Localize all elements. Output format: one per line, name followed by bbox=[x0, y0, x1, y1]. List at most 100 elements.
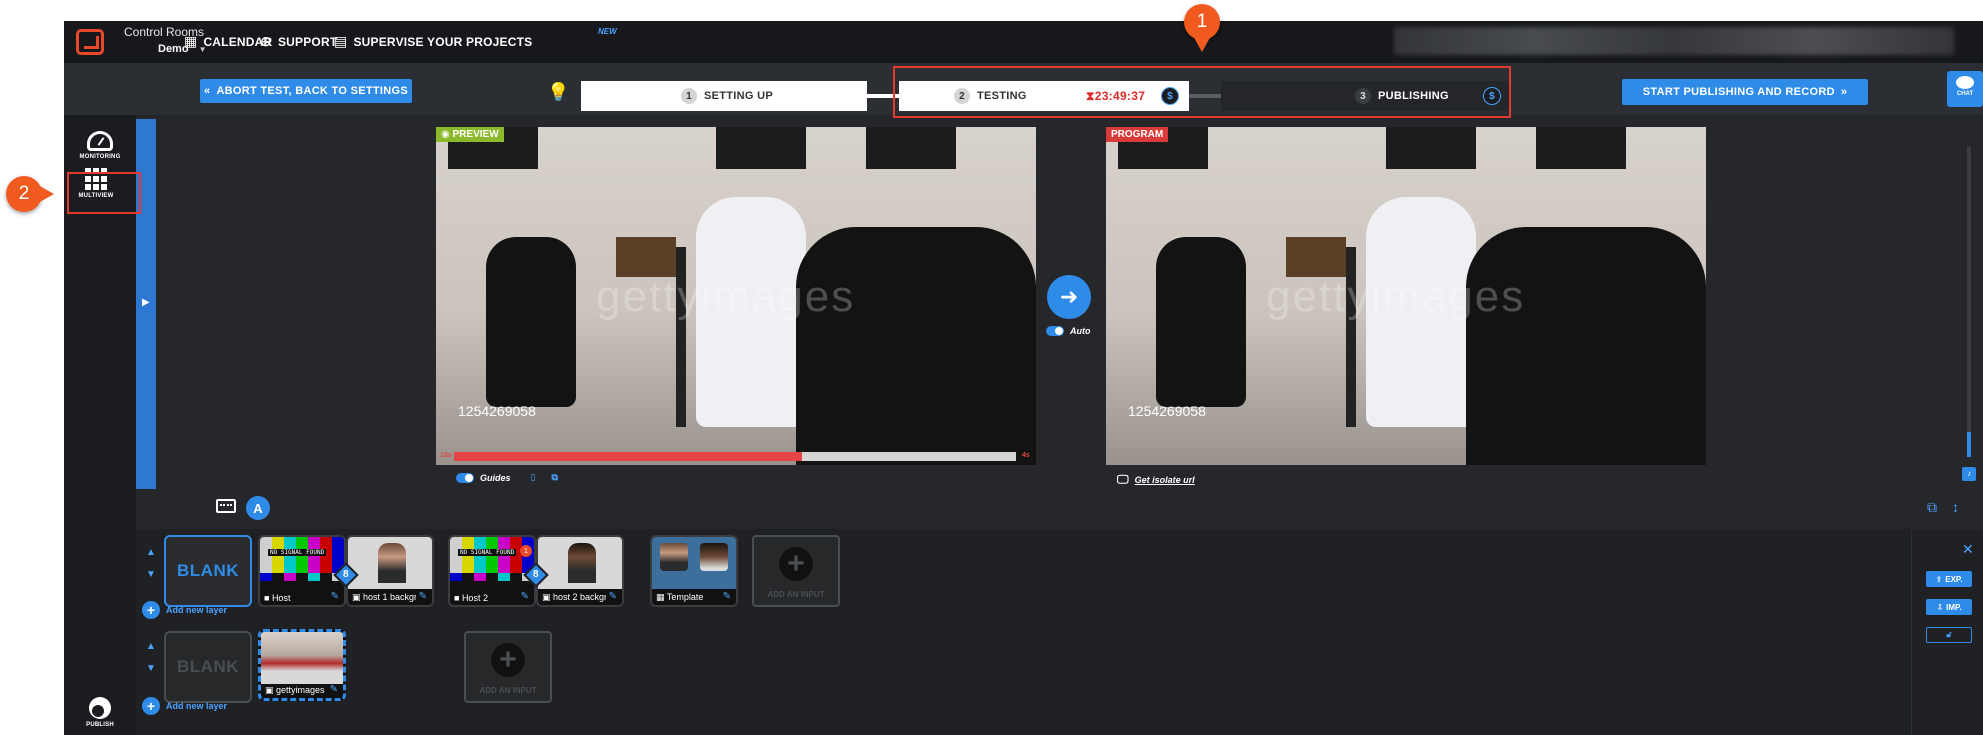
unlock-icon: 🔓︎ bbox=[1946, 630, 1952, 639]
abort-test-button[interactable]: « ABORT TEST, BACK TO SETTINGS bbox=[200, 79, 412, 103]
input-card-host-2-background[interactable]: ▣ host 2 background ✎ bbox=[536, 535, 624, 607]
input-card-template[interactable]: ▦ Template ✎ bbox=[650, 535, 738, 607]
no-signal-thumbnail: NO SIGNAL FOUND bbox=[260, 537, 344, 589]
no-signal-thumbnail: NO SIGNAL FOUND bbox=[450, 537, 534, 589]
speaker-icon[interactable]: ♪ bbox=[1962, 467, 1976, 481]
input-card-host[interactable]: NO SIGNAL FOUND ■ Host ✎ bbox=[258, 535, 346, 607]
highlight-box-steps bbox=[893, 66, 1511, 118]
thumbnail-person bbox=[378, 543, 406, 583]
preview-label: ◉ PREVIEW bbox=[436, 127, 504, 142]
input-card-host-1-background[interactable]: ▣ host 1 background ✎ bbox=[346, 535, 434, 607]
audio-meter bbox=[1967, 147, 1971, 457]
sidebar-monitoring-label: MONITORING bbox=[79, 154, 121, 160]
input-label: ▦ Template bbox=[656, 592, 704, 602]
preview-monitor[interactable]: gettyimages ◉ PREVIEW 1254269058 10s 4s bbox=[436, 127, 1036, 465]
image-icon: ▣ bbox=[265, 685, 277, 695]
move-up-icon[interactable]: ▲ bbox=[146, 641, 156, 652]
plus-icon: + bbox=[142, 601, 160, 619]
edit-icon[interactable]: ✎ bbox=[521, 591, 529, 602]
playback-progress[interactable] bbox=[454, 452, 1016, 461]
chat-label: CHAT bbox=[1956, 91, 1974, 97]
link-number: 8 bbox=[533, 569, 539, 580]
progress-fill bbox=[454, 452, 803, 461]
nav-support[interactable]: ⊕ SUPPORT bbox=[260, 33, 337, 50]
import-button[interactable]: ⇩ IMP. bbox=[1926, 599, 1972, 615]
arrow-right-icon: ➜ bbox=[1059, 284, 1079, 309]
image-icon: ▣ bbox=[352, 592, 364, 602]
top-bar: Control Rooms Demo ▼ ▦ CALENDAR ⊕ SUPPOR… bbox=[64, 21, 1983, 63]
video-poster bbox=[1536, 127, 1626, 169]
plus-icon: + bbox=[491, 643, 525, 677]
step-1-number: 1 bbox=[681, 88, 697, 104]
camera-icon: ■ bbox=[454, 593, 462, 603]
chat-icon bbox=[1956, 76, 1974, 89]
isolate-url-link[interactable]: 🖵 Get isolate url bbox=[1117, 472, 1195, 487]
move-down-icon[interactable]: ▼ bbox=[146, 569, 156, 580]
thumbnail-person bbox=[660, 543, 688, 571]
layer-set-badge[interactable]: A bbox=[246, 496, 270, 520]
edit-icon[interactable]: ✎ bbox=[419, 591, 427, 602]
sidebar-item-monitoring[interactable]: MONITORING bbox=[64, 131, 136, 160]
blurred-account-area bbox=[1394, 27, 1954, 55]
image-icon: ▣ bbox=[542, 592, 554, 602]
edit-icon[interactable]: ✎ bbox=[330, 684, 338, 695]
chevron-right-icon[interactable]: ▶ bbox=[142, 297, 150, 308]
nav-supervise[interactable]: ▤ SUPERVISE YOUR PROJECTS bbox=[334, 33, 532, 50]
plus-icon: + bbox=[779, 547, 813, 581]
lightbulb-icon[interactable]: 💡 bbox=[547, 82, 569, 104]
transition-button[interactable]: ➜ bbox=[1047, 275, 1091, 319]
video-poster bbox=[866, 127, 956, 169]
isolate-url-label: Get isolate url bbox=[1134, 474, 1195, 485]
program-monitor[interactable]: gettyimages PROGRAM 1254269058 bbox=[1106, 127, 1706, 465]
clip-number: 1254269058 bbox=[1128, 403, 1206, 419]
copy-icon[interactable]: ⧉ bbox=[1927, 499, 1937, 516]
edit-icon[interactable]: ✎ bbox=[331, 591, 339, 602]
blank-layer-button[interactable]: BLANK bbox=[164, 631, 252, 703]
start-publishing-button[interactable]: START PUBLISHING AND RECORD » bbox=[1622, 79, 1868, 105]
add-layer-button[interactable]: + Add new layer bbox=[142, 601, 227, 619]
move-down-icon[interactable]: ▼ bbox=[146, 663, 156, 674]
thumbnail-person bbox=[568, 543, 596, 583]
video-figure bbox=[796, 227, 1036, 465]
chat-button[interactable]: CHAT bbox=[1947, 71, 1983, 107]
double-chevron-right-icon: » bbox=[1840, 86, 1848, 98]
lock-button[interactable]: 🔓︎ bbox=[1926, 627, 1972, 643]
resize-vertical-icon[interactable]: ↕ bbox=[1952, 499, 1959, 515]
music-stand bbox=[1286, 237, 1346, 277]
notification-badge: 1 bbox=[520, 545, 532, 557]
toggle-switch[interactable] bbox=[456, 472, 474, 483]
highlight-box-multiview bbox=[67, 172, 141, 214]
new-badge: NEW bbox=[598, 27, 617, 36]
add-layer-label: Add new layer bbox=[166, 701, 228, 711]
layers-panel: ▲ ▼ BLANK + Add new layer NO SIGNAL FOUN… bbox=[136, 529, 1911, 735]
edit-icon[interactable]: ✎ bbox=[723, 591, 731, 602]
clip-number: 1254269058 bbox=[458, 403, 536, 419]
edit-icon[interactable]: ✎ bbox=[609, 591, 617, 602]
sidebar-item-publish[interactable]: PUBLISH bbox=[64, 697, 136, 728]
copy-icon[interactable]: ⧉ bbox=[551, 472, 557, 483]
auto-toggle[interactable]: Auto bbox=[1046, 326, 1091, 336]
image-thumbnail bbox=[538, 537, 622, 589]
close-icon[interactable]: ✕ bbox=[1962, 541, 1974, 558]
keyboard-icon[interactable] bbox=[216, 499, 236, 513]
toggle-switch[interactable] bbox=[1046, 326, 1064, 336]
step-setting-up[interactable]: 1 SETTING UP bbox=[581, 81, 867, 111]
link-number: 8 bbox=[343, 569, 349, 580]
add-input-button[interactable]: + ADD AN INPUT bbox=[464, 631, 552, 703]
template-thumbnail bbox=[652, 537, 736, 589]
add-input-button[interactable]: + ADD AN INPUT bbox=[752, 535, 840, 607]
blank-layer-button[interactable]: BLANK bbox=[164, 535, 252, 607]
support-icon: ⊕ bbox=[260, 33, 272, 49]
layers-side-panel: ✕ ⇪ EXP. ⇩ IMP. 🔓︎ bbox=[1911, 529, 1983, 735]
input-card-gettyimages[interactable]: ▣ gettyimages ✎ bbox=[258, 629, 346, 701]
start-publishing-label: START PUBLISHING AND RECORD bbox=[1642, 86, 1835, 98]
add-input-label: ADD AN INPUT bbox=[479, 686, 537, 695]
auto-label: Auto bbox=[1070, 326, 1091, 336]
logo-icon[interactable] bbox=[76, 29, 104, 55]
mobile-icon[interactable]: ▯ bbox=[531, 472, 536, 483]
nav-support-label: SUPPORT bbox=[277, 34, 338, 49]
add-layer-button[interactable]: + Add new layer bbox=[142, 697, 227, 715]
move-up-icon[interactable]: ▲ bbox=[146, 547, 156, 558]
guides-toggle[interactable]: Guides ▯ ⧉ bbox=[456, 472, 558, 483]
export-button[interactable]: ⇪ EXP. bbox=[1926, 571, 1972, 587]
